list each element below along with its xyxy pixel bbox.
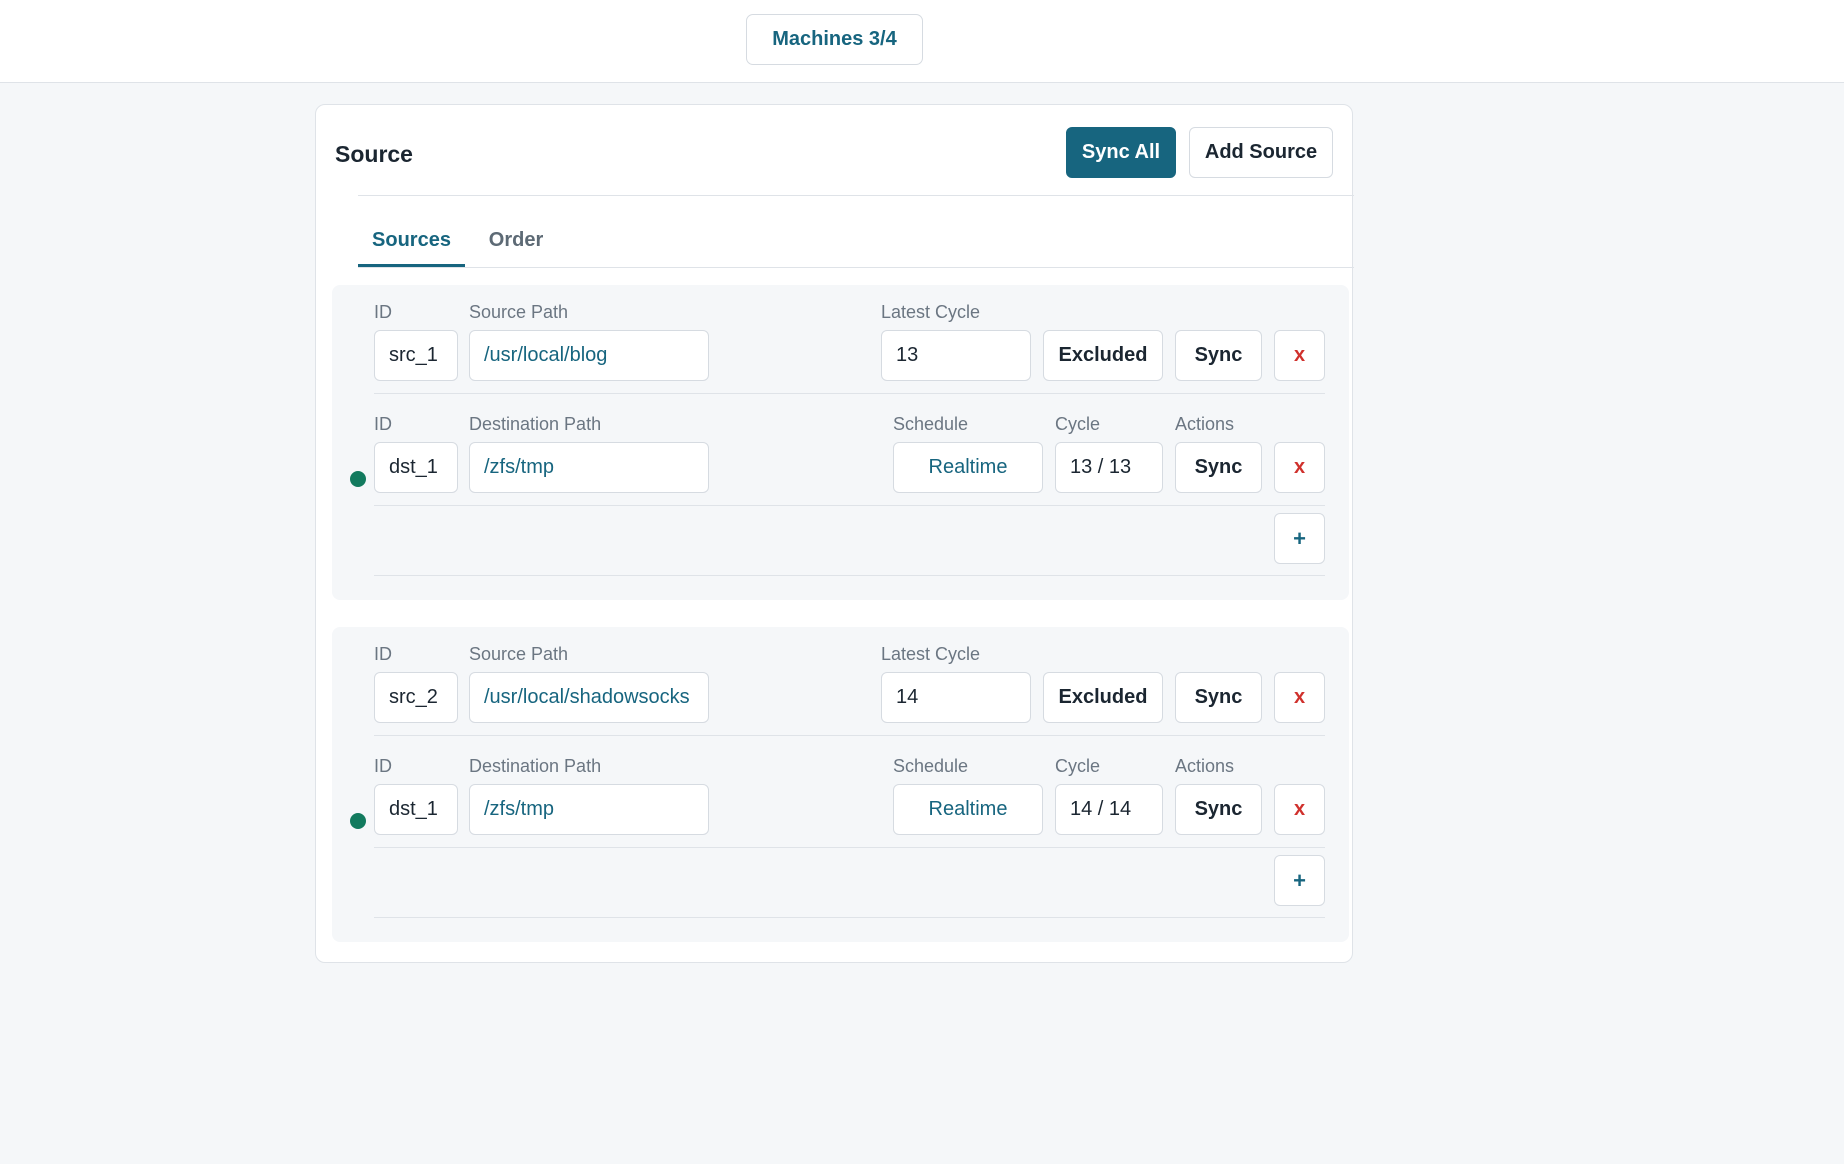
status-dot: [350, 471, 366, 487]
row-divider: [374, 917, 1325, 918]
top-bar: Machines 3/4: [0, 0, 1844, 83]
source-path-field[interactable]: /usr/local/shadowsocks: [469, 672, 709, 723]
status-dot: [350, 813, 366, 829]
source-group-1: ID Source Path Latest Cycle src_1 /usr/l…: [332, 285, 1349, 600]
id-label: ID: [374, 302, 392, 322]
row-divider: [374, 505, 1325, 506]
destination-path-field[interactable]: /zfs/tmp: [469, 442, 709, 493]
latest-cycle-label: Latest Cycle: [881, 302, 981, 322]
destination-id-field[interactable]: dst_1: [374, 784, 458, 835]
tab-sources[interactable]: Sources: [358, 223, 465, 267]
latest-cycle-field[interactable]: 13: [881, 330, 1031, 381]
row-divider: [374, 393, 1325, 394]
destination-path-label: Destination Path: [469, 756, 602, 776]
schedule-label: Schedule: [893, 414, 969, 434]
cycle-field: 14 / 14: [1055, 784, 1163, 835]
destination-path-field[interactable]: /zfs/tmp: [469, 784, 709, 835]
sync-all-button[interactable]: Sync All: [1066, 127, 1176, 178]
cycle-label: Cycle: [1055, 414, 1101, 434]
add-destination-button[interactable]: +: [1274, 855, 1325, 906]
remove-destination-button[interactable]: x: [1274, 784, 1325, 835]
excluded-button[interactable]: Excluded: [1043, 330, 1163, 381]
cycle-field: 13 / 13: [1055, 442, 1163, 493]
header-divider: [358, 195, 1354, 196]
source-path-field[interactable]: /usr/local/blog: [469, 330, 709, 381]
card-title: Source: [335, 141, 413, 167]
source-path-label: Source Path: [469, 302, 569, 322]
destination-id-label: ID: [374, 414, 392, 434]
excluded-button[interactable]: Excluded: [1043, 672, 1163, 723]
schedule-label: Schedule: [893, 756, 969, 776]
schedule-field[interactable]: Realtime: [893, 784, 1043, 835]
destination-id-field[interactable]: dst_1: [374, 442, 458, 493]
tab-bar: Sources Order: [358, 223, 1354, 268]
source-sync-button[interactable]: Sync: [1175, 672, 1262, 723]
row-divider: [374, 735, 1325, 736]
id-label: ID: [374, 644, 392, 664]
source-group-2: ID Source Path Latest Cycle src_2 /usr/l…: [332, 627, 1349, 942]
actions-label: Actions: [1175, 756, 1235, 776]
schedule-field[interactable]: Realtime: [893, 442, 1043, 493]
cycle-label: Cycle: [1055, 756, 1101, 776]
source-path-label: Source Path: [469, 644, 569, 664]
remove-destination-button[interactable]: x: [1274, 442, 1325, 493]
row-divider: [374, 847, 1325, 848]
destination-sync-button[interactable]: Sync: [1175, 784, 1262, 835]
destination-sync-button[interactable]: Sync: [1175, 442, 1262, 493]
destination-path-label: Destination Path: [469, 414, 602, 434]
source-card: Source Sync All Add Source Sources Order…: [315, 104, 1354, 963]
tab-order[interactable]: Order: [465, 223, 567, 267]
latest-cycle-label: Latest Cycle: [881, 644, 981, 664]
source-sync-button[interactable]: Sync: [1175, 330, 1262, 381]
actions-label: Actions: [1175, 414, 1235, 434]
destination-id-label: ID: [374, 756, 392, 776]
remove-source-button[interactable]: x: [1274, 330, 1325, 381]
row-divider: [374, 575, 1325, 576]
source-id-field[interactable]: src_2: [374, 672, 458, 723]
machines-button[interactable]: Machines 3/4: [746, 14, 923, 65]
latest-cycle-field[interactable]: 14: [881, 672, 1031, 723]
remove-source-button[interactable]: x: [1274, 672, 1325, 723]
add-destination-button[interactable]: +: [1274, 513, 1325, 564]
add-source-button[interactable]: Add Source: [1189, 127, 1333, 178]
source-id-field[interactable]: src_1: [374, 330, 458, 381]
